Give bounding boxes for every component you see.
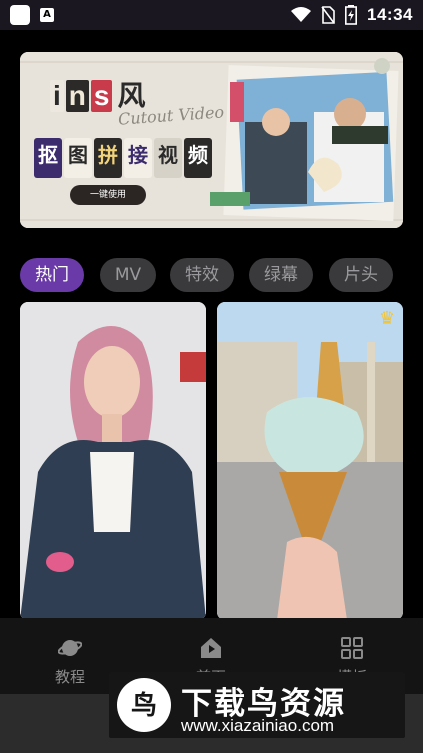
- watermark: 鸟 下载鸟资源 www.xiazainiao.com: [109, 672, 405, 738]
- chip-mv[interactable]: MV: [100, 258, 156, 292]
- nav-label: 教程: [54, 668, 85, 686]
- wifi-icon: [291, 7, 312, 22]
- title-letter-s: s: [90, 80, 113, 112]
- a-icon: A: [40, 8, 54, 22]
- category-chips: 热门 MV 特效 绿幕 片头: [20, 258, 403, 294]
- cutout-char: 频: [184, 138, 212, 178]
- chip-intro[interactable]: 片头: [329, 258, 393, 292]
- app-icon: [10, 5, 30, 25]
- cutout-char: 接: [124, 138, 152, 178]
- chip-green-screen[interactable]: 绿幕: [249, 258, 313, 292]
- watermark-logo: 鸟: [117, 678, 171, 732]
- template-card[interactable]: ♛: [217, 302, 403, 620]
- cutout-char: 抠: [34, 138, 62, 178]
- battery-charging-icon: [345, 5, 358, 25]
- template-card[interactable]: [20, 302, 206, 620]
- watermark-url: www.xiazainiao.com: [181, 716, 335, 735]
- nav-tutorial[interactable]: 教程: [25, 618, 115, 694]
- cutout-char: 拼: [94, 138, 122, 178]
- portrait-photo: [20, 302, 206, 620]
- crown-icon: ♛: [378, 308, 395, 329]
- cutout-char: 视: [154, 138, 182, 178]
- cutout-char: 图: [64, 138, 92, 178]
- title-letter-i: i: [50, 80, 64, 112]
- status-time: 14:34: [367, 5, 413, 24]
- status-bar: A 14:34: [0, 0, 423, 30]
- planet-icon: [58, 640, 82, 656]
- grid-icon: [341, 637, 363, 659]
- title-letter-n: n: [65, 80, 89, 112]
- ice-cream-photo: [217, 302, 403, 620]
- use-now-button[interactable]: 一键使用: [70, 185, 146, 205]
- chip-hot[interactable]: 热门: [20, 258, 84, 292]
- chip-effects[interactable]: 特效: [170, 258, 234, 292]
- home-icon: [201, 638, 221, 658]
- promo-banner[interactable]: ins风 Cutout Video 抠 图 拼 接 视 频 一键使用: [20, 52, 403, 228]
- sim-icon: [321, 6, 335, 24]
- watermark-logo-char: 鸟: [131, 690, 157, 721]
- banner-cutout-text: 抠 图 拼 接 视 频: [34, 138, 224, 178]
